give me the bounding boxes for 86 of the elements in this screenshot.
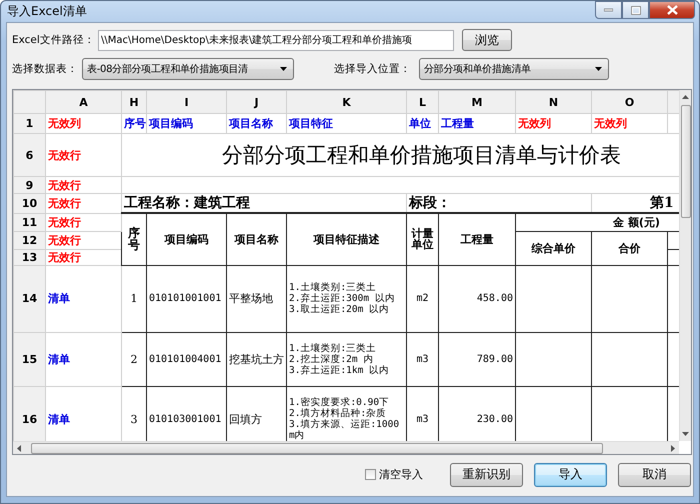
table-cell: 项目特征描述 bbox=[286, 213, 406, 265]
table-cell: 无效列 bbox=[592, 114, 668, 134]
minimize-icon bbox=[604, 8, 613, 12]
import-target-dropdown[interactable]: 分部分项和单价措施清单 bbox=[419, 58, 609, 80]
table-cell: 项目名称 bbox=[226, 114, 286, 134]
row-header: 15 bbox=[14, 332, 46, 386]
left-arrow-icon bbox=[17, 444, 21, 452]
checkbox-label[interactable]: 清空导入 bbox=[379, 467, 423, 482]
table-cell: m3 bbox=[406, 332, 438, 386]
column-header[interactable]: A bbox=[46, 90, 122, 114]
table-cell: 项目编码 bbox=[146, 114, 226, 134]
maximize-icon bbox=[630, 6, 640, 14]
table-cell: 1.土壤类别:三类土 2.弃土运距:300m 以内 3.取土运距:20m 以内 bbox=[286, 265, 406, 332]
window-title: 导入Excel清单 bbox=[7, 3, 88, 20]
table-cell: 无效列 bbox=[516, 114, 592, 134]
table-cell: 010101004001 bbox=[146, 332, 226, 386]
table-cell: 项目名称 bbox=[226, 213, 286, 265]
browse-button[interactable]: 浏览 bbox=[462, 29, 512, 51]
field-label: 选择导入位置： bbox=[334, 62, 412, 76]
close-icon bbox=[666, 5, 678, 15]
row-header: 11 bbox=[14, 213, 46, 231]
table-cell: 项目编码 bbox=[146, 213, 226, 265]
table-cell: 工程量 bbox=[438, 213, 516, 265]
maximize-button[interactable] bbox=[622, 1, 649, 19]
horizontal-scrollbar[interactable] bbox=[13, 441, 679, 454]
scroll-thumb[interactable] bbox=[31, 442, 603, 454]
column-header[interactable]: K bbox=[286, 90, 406, 114]
path-field[interactable]: \\Mac\Home\Desktop\未来报表\建筑工程分部分项工程和单价措施项 bbox=[98, 30, 454, 50]
close-button[interactable] bbox=[649, 1, 695, 19]
down-arrow-icon bbox=[682, 432, 689, 436]
column-header[interactable]: H bbox=[122, 90, 146, 114]
dialog-button[interactable]: 重新识别 bbox=[450, 462, 523, 486]
table-cell: 789.00 bbox=[438, 332, 516, 386]
table-cell: m2 bbox=[406, 265, 438, 332]
table-cell: 无效行 bbox=[46, 176, 122, 194]
table-cell: 合价 bbox=[592, 231, 668, 265]
field-label: 选择数据表： bbox=[12, 62, 79, 76]
column-header[interactable]: I bbox=[146, 90, 226, 114]
table-cell: 无效行 bbox=[46, 194, 122, 213]
table-cell: 010101001001 bbox=[146, 265, 226, 332]
caret-icon bbox=[595, 67, 602, 71]
table-cell: 序号 bbox=[122, 114, 146, 134]
right-arrow-icon bbox=[671, 444, 675, 452]
vertical-scrollbar[interactable] bbox=[679, 90, 691, 441]
table-cell: 项目特征 bbox=[286, 114, 406, 134]
table-cell: 计量单位 bbox=[406, 213, 438, 265]
table-cell: 1 bbox=[122, 265, 146, 332]
table-cell: 无效列 bbox=[46, 114, 122, 134]
table-cell: 标段： bbox=[406, 194, 592, 213]
table-cell: 挖基坑土方 bbox=[226, 332, 286, 386]
column-header[interactable]: N bbox=[516, 90, 592, 114]
table-cell: 2 bbox=[122, 332, 146, 386]
table-cell: 综合单价 bbox=[516, 231, 592, 265]
row-header: 16 bbox=[14, 386, 46, 441]
sheet-dropdown[interactable]: 表-08分部分项工程和单价措施项目清 bbox=[82, 58, 294, 80]
table-cell: 清单 bbox=[46, 332, 122, 386]
column-header[interactable]: J bbox=[226, 90, 286, 114]
table-cell: 无效行 bbox=[46, 134, 122, 176]
row-header: 14 bbox=[14, 265, 46, 332]
table-cell: 清单 bbox=[46, 265, 122, 332]
table-cell: 458.00 bbox=[438, 265, 516, 332]
column-header[interactable]: O bbox=[592, 90, 668, 114]
table-cell: 工程名称：建筑工程 bbox=[122, 194, 406, 213]
row-header: 10 bbox=[14, 194, 46, 213]
dialog-button[interactable]: 导入 bbox=[534, 462, 607, 486]
table-cell: 平整场地 bbox=[226, 265, 286, 332]
table-cell: 无效行 bbox=[46, 213, 122, 231]
checkbox[interactable] bbox=[365, 469, 376, 480]
column-header[interactable]: M bbox=[438, 90, 516, 114]
table-cell: 单位 bbox=[406, 114, 438, 134]
dialog-button[interactable]: 取消 bbox=[618, 462, 691, 486]
field-label: Excel文件路径： bbox=[12, 33, 96, 47]
table-cell: 序号 bbox=[122, 213, 146, 265]
scroll-thumb[interactable] bbox=[680, 105, 690, 218]
row-header: 6 bbox=[14, 134, 46, 176]
row-header: 12 bbox=[14, 231, 46, 249]
row-header: 9 bbox=[14, 176, 46, 194]
minimize-button[interactable] bbox=[595, 1, 622, 19]
caret-icon bbox=[280, 67, 287, 71]
row-header: 13 bbox=[14, 249, 46, 265]
column-header[interactable]: L bbox=[406, 90, 438, 114]
table-cell: 1.土壤类别:三类土 2.挖土深度:2m 内 3.弃土运距:1km 以内 bbox=[286, 332, 406, 386]
row-header: 1 bbox=[14, 114, 46, 134]
table-cell: 无效行 bbox=[46, 249, 122, 265]
up-arrow-icon bbox=[682, 95, 689, 99]
table-cell: 工程量 bbox=[438, 114, 516, 134]
